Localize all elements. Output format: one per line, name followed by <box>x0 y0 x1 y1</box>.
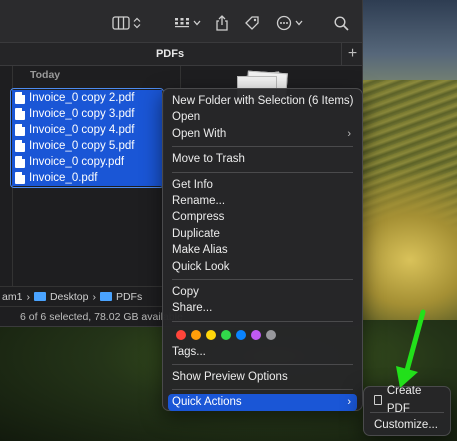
tag-color-green[interactable] <box>221 329 231 340</box>
columns-view-icon <box>112 16 130 30</box>
menu-item-move-to-trash[interactable]: Move to Trash <box>168 151 357 167</box>
menu-item-label: Open With <box>172 127 227 140</box>
chevron-right-icon: › <box>347 127 351 140</box>
search-icon <box>334 15 349 31</box>
folder-icon <box>33 292 46 301</box>
menu-item-new-folder-with-selection[interactable]: New Folder with Selection (6 Items) <box>168 93 357 109</box>
path-item-user[interactable]: am1 <box>2 291 22 303</box>
chevron-down-icon <box>193 20 201 26</box>
menu-separator <box>172 278 353 280</box>
menu-item-quick-actions[interactable]: Quick Actions › <box>168 394 357 411</box>
submenu-item-create-pdf[interactable]: Create PDF <box>368 385 446 415</box>
view-toggle-button[interactable] <box>112 12 141 34</box>
finder-toolbar <box>0 0 362 46</box>
document-icon <box>374 395 382 405</box>
menu-separator <box>172 320 353 322</box>
search-button[interactable] <box>334 12 349 34</box>
new-tab-button[interactable]: + <box>341 43 362 65</box>
pdf-file-icon <box>15 172 25 184</box>
menu-separator <box>172 389 353 391</box>
path-separator: › <box>26 290 30 303</box>
tag-icon <box>245 16 259 30</box>
tag-color-yellow[interactable] <box>206 329 216 340</box>
path-item-pdfs[interactable]: PDFs <box>116 291 142 303</box>
submenu-item-label: Create PDF <box>386 385 422 415</box>
pdf-file-icon <box>15 140 25 152</box>
file-row[interactable]: Invoice_0.pdf <box>12 170 162 186</box>
tag-color-picker <box>168 326 357 344</box>
tag-color-orange[interactable] <box>191 329 201 340</box>
file-row[interactable]: Invoice_0 copy 4.pdf <box>12 122 162 138</box>
menu-item-open-with[interactable]: Open With › <box>168 126 357 142</box>
file-name: Invoice_0 copy 5.pdf <box>29 140 135 152</box>
group-header-today: Today <box>30 69 61 81</box>
chevron-down-icon <box>295 20 303 26</box>
menu-item-tags[interactable]: Tags... <box>168 344 357 360</box>
quick-actions-submenu: Create PDF Customize... <box>363 385 451 436</box>
share-icon <box>216 15 228 31</box>
tag-color-gray[interactable] <box>266 329 276 340</box>
pdf-file-icon <box>15 92 25 104</box>
file-name: Invoice_0 copy.pdf <box>29 156 125 168</box>
menu-item-make-alias[interactable]: Make Alias <box>168 242 357 258</box>
file-row[interactable]: Invoice_0 copy 5.pdf <box>12 138 162 154</box>
menu-item-copy[interactable]: Copy <box>168 284 357 300</box>
menu-item-open[interactable]: Open <box>168 109 357 125</box>
tag-button[interactable] <box>244 12 260 34</box>
tab-bar: PDFs + <box>0 42 362 66</box>
menu-separator <box>172 364 353 366</box>
path-separator: › <box>92 290 96 303</box>
path-item-desktop[interactable]: Desktop <box>50 291 89 303</box>
file-name: Invoice_0 copy 2.pdf <box>29 92 135 104</box>
menu-item-show-preview-options[interactable]: Show Preview Options <box>168 369 357 385</box>
menu-item-rename[interactable]: Rename... <box>168 193 357 209</box>
wallpaper-sky <box>360 0 457 90</box>
folder-icon <box>99 292 112 301</box>
ellipsis-circle-icon <box>276 15 292 31</box>
file-name: Invoice_0 copy 4.pdf <box>29 124 135 136</box>
file-name: Invoice_0 copy 3.pdf <box>29 108 135 120</box>
pdf-file-icon <box>15 108 25 120</box>
file-name: Invoice_0.pdf <box>29 172 98 184</box>
menu-item-get-info[interactable]: Get Info <box>168 177 357 193</box>
menu-item-duplicate[interactable]: Duplicate <box>168 226 357 242</box>
share-button[interactable] <box>215 12 229 34</box>
pdf-file-icon <box>15 124 25 136</box>
file-row[interactable]: Invoice_0 copy 3.pdf <box>12 106 162 122</box>
grid-group-icon <box>175 18 189 28</box>
pdf-file-icon <box>15 156 25 168</box>
group-button[interactable] <box>174 12 201 34</box>
chevron-right-icon: › <box>347 396 351 409</box>
menu-item-share[interactable]: Share... <box>168 300 357 316</box>
tag-color-purple[interactable] <box>251 329 261 340</box>
tab-pdfs[interactable]: PDFs <box>0 48 340 60</box>
menu-separator <box>172 171 353 173</box>
menu-item-label: Quick Actions <box>172 396 242 409</box>
file-row[interactable]: Invoice_0 copy 2.pdf <box>12 90 162 106</box>
menu-separator <box>172 146 353 148</box>
submenu-item-customize[interactable]: Customize... <box>368 416 446 434</box>
context-menu: New Folder with Selection (6 Items) Open… <box>162 88 363 411</box>
tag-color-blue[interactable] <box>236 329 246 340</box>
tag-color-red[interactable] <box>176 329 186 340</box>
more-actions-button[interactable] <box>276 12 303 34</box>
file-row[interactable]: Invoice_0 copy.pdf <box>12 154 162 170</box>
menu-item-compress[interactable]: Compress <box>168 209 357 225</box>
updown-chevron-icon <box>133 17 141 29</box>
menu-item-quick-look[interactable]: Quick Look <box>168 259 357 275</box>
